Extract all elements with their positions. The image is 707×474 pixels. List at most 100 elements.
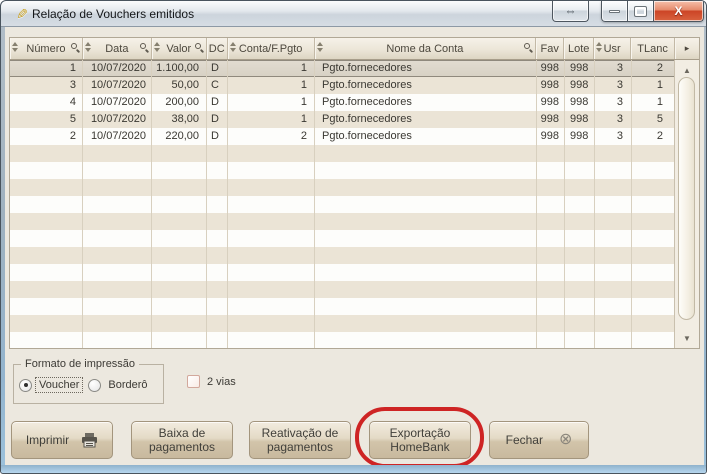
search-icon[interactable] bbox=[139, 43, 149, 54]
column-label: TLanc bbox=[637, 42, 668, 55]
cell-fav bbox=[537, 315, 565, 332]
reativacao-pagamentos-button[interactable]: Reativação de pagamentos bbox=[249, 421, 351, 459]
baixa-pagamentos-label: Baixa de pagamentos bbox=[148, 426, 216, 454]
cell-lote bbox=[565, 213, 595, 230]
cell-fav bbox=[537, 247, 565, 264]
imprimir-label: Imprimir bbox=[25, 433, 70, 447]
exportacao-homebank-label: Exportação HomeBank bbox=[389, 426, 451, 454]
cell-tlanc: 5 bbox=[632, 111, 676, 128]
sort-icon bbox=[596, 42, 603, 52]
empty-row[interactable] bbox=[10, 230, 676, 247]
column-header-data[interactable]: Data bbox=[83, 38, 152, 59]
scroll-down-button[interactable]: ▼ bbox=[675, 330, 699, 346]
table-row[interactable]: 5 10/07/2020 38,00 D 1 Pgto.fornecedores 998 99… bbox=[10, 111, 676, 128]
cell-fav: 998 bbox=[537, 77, 565, 94]
cell-lote: 998 bbox=[565, 111, 595, 128]
search-icon[interactable] bbox=[524, 43, 534, 54]
column-header-tlanc[interactable]: TLanc bbox=[631, 38, 676, 59]
exportacao-homebank-button[interactable]: Exportação HomeBank bbox=[369, 421, 471, 459]
cell-valor bbox=[152, 213, 207, 230]
cell-data bbox=[83, 281, 152, 298]
grid-body: 1 10/07/2020 1.100,00 D 1 Pgto.fornecedores 99… bbox=[10, 60, 676, 348]
empty-row[interactable] bbox=[10, 213, 676, 230]
cell-conta bbox=[228, 145, 315, 162]
cell-valor: 50,00 bbox=[152, 77, 207, 94]
titlebar[interactable]: ✎ Relação de Vouchers emitidos ⇔ X bbox=[1, 1, 706, 27]
cell-lote: 998 bbox=[565, 94, 595, 111]
column-header-usr[interactable]: Usr bbox=[594, 38, 632, 59]
radio-voucher-label[interactable]: Voucher bbox=[34, 377, 84, 393]
cell-usr bbox=[595, 162, 632, 179]
column-header-dc[interactable]: DC bbox=[207, 38, 228, 59]
table-row[interactable]: 4 10/07/2020 200,00 D 1 Pgto.fornecedores 998 9… bbox=[10, 94, 676, 111]
cell-nome bbox=[315, 213, 537, 230]
cell-dc bbox=[207, 247, 228, 264]
cell-fav: 998 bbox=[537, 111, 565, 128]
column-label: Usr bbox=[603, 42, 621, 55]
search-icon[interactable] bbox=[70, 43, 81, 54]
empty-row[interactable] bbox=[10, 298, 676, 315]
cell-fav: 998 bbox=[537, 94, 565, 111]
maximize-icon bbox=[634, 5, 647, 17]
cell-dc bbox=[207, 162, 228, 179]
cell-conta: 2 bbox=[228, 128, 315, 145]
baixa-pagamentos-button[interactable]: Baixa de pagamentos bbox=[131, 421, 233, 459]
radio-bordero-label[interactable]: Borderô bbox=[105, 378, 150, 392]
imprimir-button[interactable]: Imprimir bbox=[11, 421, 113, 459]
radio-bordero[interactable] bbox=[88, 378, 102, 392]
empty-row[interactable] bbox=[10, 281, 676, 298]
header-nav-right[interactable]: ▸ bbox=[675, 38, 699, 59]
cell-data: 10/07/2020 bbox=[83, 77, 152, 94]
cell-nome: Pgto.fornecedores bbox=[315, 60, 537, 77]
empty-row[interactable] bbox=[10, 145, 676, 162]
close-button[interactable]: X bbox=[654, 1, 704, 22]
copies-checkbox-row: 2 vias bbox=[187, 375, 236, 388]
cell-data bbox=[83, 315, 152, 332]
column-header-lote[interactable]: Lote bbox=[564, 38, 595, 59]
column-header-fav[interactable]: Fav bbox=[536, 38, 565, 59]
cell-valor bbox=[152, 281, 207, 298]
sort-icon bbox=[316, 42, 323, 52]
column-header-valor[interactable]: Valor bbox=[152, 38, 207, 59]
table-row[interactable]: 1 10/07/2020 1.100,00 D 1 Pgto.fornecedores 99… bbox=[10, 60, 676, 77]
empty-row[interactable] bbox=[10, 162, 676, 179]
empty-row[interactable] bbox=[10, 315, 676, 332]
search-icon[interactable] bbox=[194, 43, 204, 54]
empty-row[interactable] bbox=[10, 179, 676, 196]
cell-lote: 998 bbox=[565, 128, 595, 145]
cell-dc bbox=[207, 315, 228, 332]
fechar-button[interactable]: Fechar ⊗ bbox=[489, 421, 589, 459]
cell-data bbox=[83, 332, 152, 348]
copies-checkbox-label[interactable]: 2 vias bbox=[207, 376, 236, 388]
cell-nome bbox=[315, 179, 537, 196]
maximize-button[interactable] bbox=[628, 1, 654, 22]
minimize-button[interactable] bbox=[601, 1, 628, 22]
scrollbar-thumb[interactable] bbox=[678, 77, 695, 320]
empty-row[interactable] bbox=[10, 196, 676, 213]
scroll-up-button[interactable]: ▲ bbox=[675, 62, 699, 78]
table-row[interactable]: 2 10/07/2020 220,00 D 2 Pgto.fornecedores 998 9… bbox=[10, 128, 676, 145]
printer-icon bbox=[82, 432, 98, 447]
cell-usr bbox=[595, 264, 632, 281]
cell-fav bbox=[537, 298, 565, 315]
print-format-groupbox: Formato de impressão Voucher Borderô bbox=[13, 358, 164, 404]
table-row[interactable]: 3 10/07/2020 50,00 C 1 Pgto.fornecedores 998 99… bbox=[10, 77, 676, 94]
column-label: Data bbox=[105, 42, 129, 55]
empty-row[interactable] bbox=[10, 264, 676, 281]
fechar-label: Fechar bbox=[505, 433, 543, 447]
cell-tlanc: 1 bbox=[632, 77, 676, 94]
cell-fav: 998 bbox=[537, 128, 565, 145]
column-label: Conta/F.Pgto bbox=[238, 42, 303, 55]
restore-size-button[interactable]: ⇔ bbox=[552, 1, 589, 22]
empty-row[interactable] bbox=[10, 247, 676, 264]
column-header-conta[interactable]: Conta/F.Pgto bbox=[228, 38, 315, 59]
cell-usr: 3 bbox=[595, 128, 632, 145]
copies-checkbox[interactable] bbox=[187, 375, 200, 388]
nav-right-icon: ▸ bbox=[684, 43, 690, 53]
radio-voucher[interactable] bbox=[19, 378, 32, 392]
vertical-scrollbar[interactable]: ▲ ▼ bbox=[674, 60, 699, 348]
empty-row[interactable] bbox=[10, 332, 676, 348]
column-header-numero[interactable]: Número bbox=[10, 38, 83, 59]
column-header-nome[interactable]: Nome da Conta bbox=[315, 38, 537, 59]
column-label: Fav bbox=[540, 42, 559, 55]
